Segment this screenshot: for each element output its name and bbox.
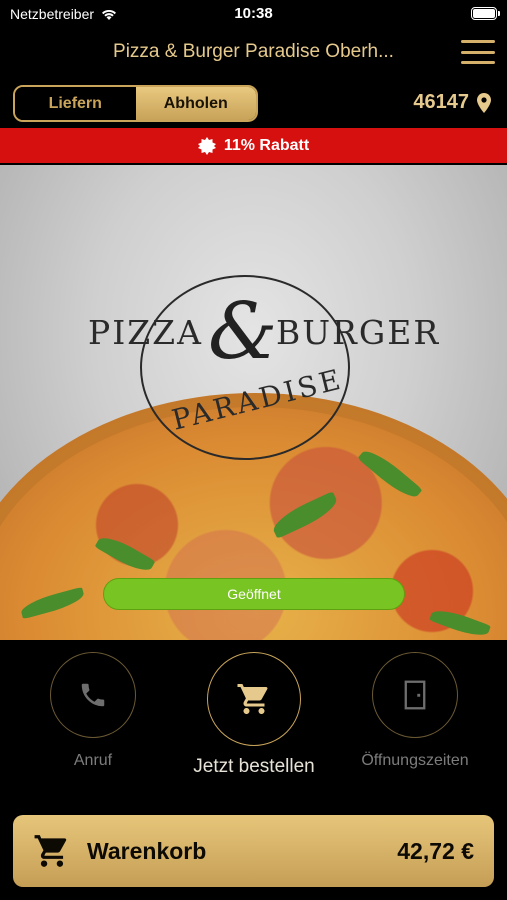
call-label: Anruf (73, 752, 113, 769)
delivery-mode-row: Liefern Abholen 46147 (0, 84, 507, 124)
call-button[interactable] (50, 652, 136, 738)
call-action[interactable]: Anruf (50, 652, 136, 770)
logo-ampersand: & (208, 287, 278, 377)
status-bar: Netzbetreiber 10:38 (0, 0, 507, 28)
open-status-badge: Geöffnet (103, 578, 405, 610)
restaurant-logo: PIZZA & BURGER PARADISE (80, 265, 438, 465)
tab-liefern[interactable]: Liefern (15, 87, 136, 120)
hours-label: Öffnungszeiten (361, 752, 469, 769)
cart-button[interactable]: Warenkorb 42,72 € (13, 815, 494, 887)
app-header: Pizza & Burger Paradise Oberh... (0, 28, 507, 78)
door-icon (404, 680, 426, 710)
hamburger-menu-icon[interactable] (461, 40, 495, 64)
page-title: Pizza & Burger Paradise Oberh... (113, 41, 394, 62)
cart-icon (237, 684, 268, 714)
map-pin-icon (477, 92, 491, 113)
order-label: Jetzt bestellen (193, 756, 315, 777)
discount-text: 11% Rabatt (223, 136, 310, 154)
battery-icon (471, 7, 500, 20)
hours-button[interactable] (372, 652, 458, 738)
hero-image: PIZZA & BURGER PARADISE (0, 165, 507, 640)
order-action[interactable]: Jetzt bestellen (186, 652, 322, 778)
cart-total: 42,72 € (397, 837, 474, 864)
hours-action[interactable]: Öffnungszeiten (352, 652, 478, 770)
phone-icon (81, 683, 105, 707)
zip-code: 46147 (413, 91, 469, 113)
clock: 10:38 (234, 5, 273, 22)
tab-abholen[interactable]: Abholen (135, 87, 256, 120)
order-button[interactable] (207, 652, 301, 746)
logo-word-burger: BURGER (276, 313, 441, 352)
action-bar: Anruf Jetzt bestellen Öffnungszeiten (0, 640, 507, 810)
location-selector[interactable]: 46147 (413, 91, 491, 114)
discount-badge-icon (197, 136, 216, 155)
logo-word-pizza: PIZZA (88, 313, 203, 352)
cart-icon (34, 835, 67, 867)
cart-label: Warenkorb (87, 837, 207, 864)
delivery-mode-toggle[interactable]: Liefern Abholen (13, 85, 258, 122)
discount-banner[interactable]: 11% Rabatt (0, 128, 507, 163)
